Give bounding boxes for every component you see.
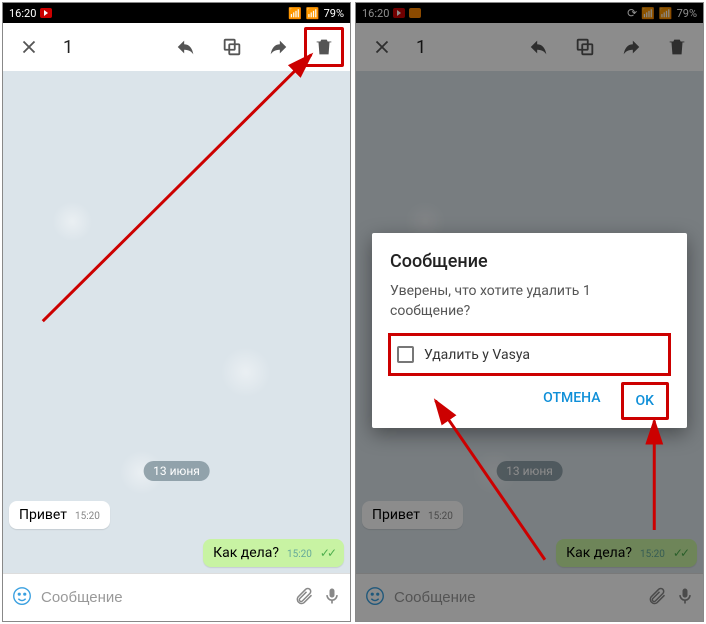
dialog-body: Уверены, что хотите удалить 1 сообщение?: [390, 282, 669, 321]
status-bar: 16:20 📶 📶 79%: [3, 3, 350, 23]
incoming-message[interactable]: Привет 15:20: [9, 501, 110, 529]
message-text: Как дела?: [213, 545, 279, 561]
mic-icon[interactable]: [322, 586, 342, 610]
battery-text: 79%: [324, 7, 344, 20]
message-input-bar: [3, 573, 350, 621]
signal-icon: 📶: [306, 7, 320, 20]
delete-dialog: Сообщение Уверены, что хотите удалить 1 …: [372, 233, 687, 428]
chat-area[interactable]: 13 июня Привет 15:20 Как дела? 15:20 ✓✓: [3, 71, 350, 573]
delete-icon[interactable]: [304, 27, 344, 67]
selection-count: 1: [63, 37, 73, 58]
signal-icon: 📶: [288, 7, 302, 20]
dialog-title: Сообщение: [390, 251, 669, 272]
close-icon[interactable]: [9, 27, 49, 67]
ok-button[interactable]: OK: [621, 382, 670, 420]
forward-icon[interactable]: [258, 27, 298, 67]
cancel-button[interactable]: ОТМЕНА: [531, 382, 612, 420]
youtube-icon: [40, 8, 52, 18]
attach-icon[interactable]: [294, 586, 314, 610]
message-time: 15:20: [287, 549, 312, 560]
message-text: Привет: [19, 507, 67, 523]
phone-screen-left: 16:20 📶 📶 79% 1: [2, 2, 351, 622]
selection-toolbar: 1: [3, 23, 350, 71]
sticker-icon[interactable]: [11, 585, 33, 611]
message-input[interactable]: [41, 589, 286, 606]
read-ticks-icon: ✓✓: [320, 546, 334, 560]
checkbox-icon: [397, 346, 414, 363]
checkbox-label: Удалить у Vasya: [424, 347, 530, 363]
date-separator: 13 июня: [143, 461, 210, 481]
delete-for-other-checkbox[interactable]: Удалить у Vasya: [393, 338, 666, 371]
message-time: 15:20: [75, 511, 100, 522]
status-time: 16:20: [9, 7, 36, 20]
outgoing-message[interactable]: Как дела? 15:20 ✓✓: [203, 539, 344, 567]
phone-screen-right: 16:20 ⟳ 📶 📶 79% 1 13 июня: [355, 2, 704, 622]
copy-icon[interactable]: [212, 27, 252, 67]
reply-icon[interactable]: [166, 27, 206, 67]
